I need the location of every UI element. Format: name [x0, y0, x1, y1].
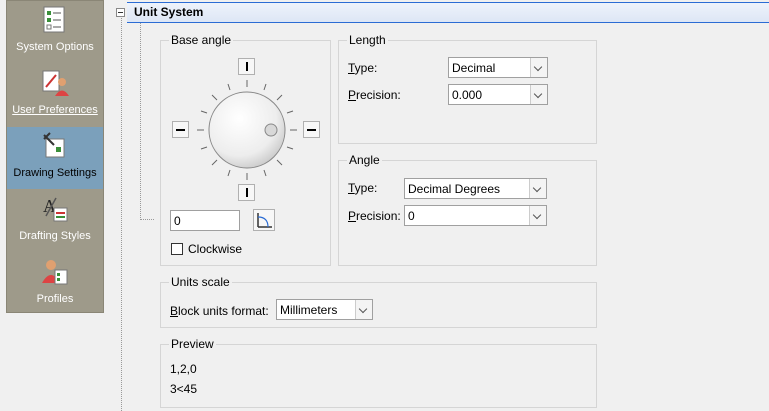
sidebar-item-user-preferences[interactable]: User Preferences — [7, 64, 103, 126]
group-title: Length — [347, 33, 388, 47]
angle-90-button[interactable] — [238, 58, 255, 75]
user-preferences-icon — [42, 70, 69, 96]
angle-dial[interactable] — [195, 78, 299, 182]
pick-angle-icon — [257, 213, 272, 228]
angle-270-button[interactable] — [238, 184, 255, 201]
preview-line-1: 1,2,0 — [170, 362, 197, 376]
pick-angle-button[interactable] — [253, 209, 275, 231]
base-angle-input[interactable]: 0 — [170, 210, 240, 231]
angle-type-label: Type: — [348, 181, 378, 195]
length-type-label: Type: — [348, 61, 378, 75]
dial-handle-icon — [264, 123, 278, 137]
sidebar-item-profiles[interactable]: Profiles — [7, 253, 103, 315]
angle-precision-label: Precision: — [348, 209, 401, 223]
length-precision-value: 0.000 — [452, 88, 483, 102]
clockwise-checkbox[interactable] — [171, 243, 183, 255]
angle-0-button[interactable] — [303, 121, 320, 138]
system-options-icon — [43, 6, 65, 33]
sidebar-item-system-options[interactable]: System Options — [7, 1, 103, 63]
clockwise-label: Clockwise — [188, 242, 243, 256]
sidebar-item-label: User Preferences — [12, 104, 98, 116]
sidebar-item-drawing-settings[interactable]: Drawing Settings — [7, 127, 103, 189]
length-type-value: Decimal — [452, 61, 496, 75]
block-units-format-value: Millimeters — [280, 303, 338, 317]
length-type-select[interactable]: Decimal — [448, 57, 548, 78]
group-title: Preview — [169, 337, 216, 351]
block-units-format-select[interactable]: Millimeters — [276, 299, 373, 320]
angle-180-button[interactable] — [172, 121, 189, 138]
tree-connector — [121, 14, 122, 411]
tree-connector — [140, 14, 141, 220]
profiles-icon — [42, 260, 68, 285]
group-title: Units scale — [169, 275, 232, 289]
preview-group: Preview — [160, 337, 597, 408]
sidebar-item-label: Drawing Settings — [13, 167, 97, 179]
chevron-down-icon[interactable] — [530, 85, 547, 104]
group-title: Base angle — [169, 33, 234, 47]
drafting-styles-icon: A — [43, 196, 68, 222]
chevron-down-icon[interactable] — [355, 300, 372, 319]
length-precision-label: Precision: — [348, 88, 401, 102]
length-precision-select[interactable]: 0.000 — [448, 84, 548, 105]
chevron-down-icon[interactable] — [530, 58, 547, 77]
angle-type-select[interactable]: Decimal Degrees — [404, 178, 547, 199]
sidebar-item-label: Drafting Styles — [19, 230, 91, 242]
options-sidebar: System Options User Preferences Drawing … — [6, 0, 104, 313]
section-header — [127, 2, 769, 23]
sidebar-item-drafting-styles[interactable]: A Drafting Styles — [7, 190, 103, 252]
preview-line-2: 3<45 — [170, 382, 198, 396]
angle-precision-value: 0 — [408, 209, 415, 223]
base-angle-value: 0 — [174, 214, 181, 228]
chevron-down-icon[interactable] — [529, 206, 546, 225]
section-title: Unit System — [134, 5, 204, 19]
chevron-down-icon[interactable] — [529, 179, 546, 198]
sidebar-item-label: System Options — [16, 41, 94, 53]
tree-connector — [140, 219, 154, 220]
block-units-format-label: Block units format: — [170, 304, 269, 318]
sidebar-item-label: Profiles — [36, 293, 74, 305]
collapse-icon[interactable] — [116, 8, 125, 17]
drawing-settings-icon — [43, 132, 65, 158]
group-title: Angle — [347, 153, 382, 167]
angle-precision-select[interactable]: 0 — [404, 205, 547, 226]
angle-type-value: Decimal Degrees — [408, 182, 501, 196]
